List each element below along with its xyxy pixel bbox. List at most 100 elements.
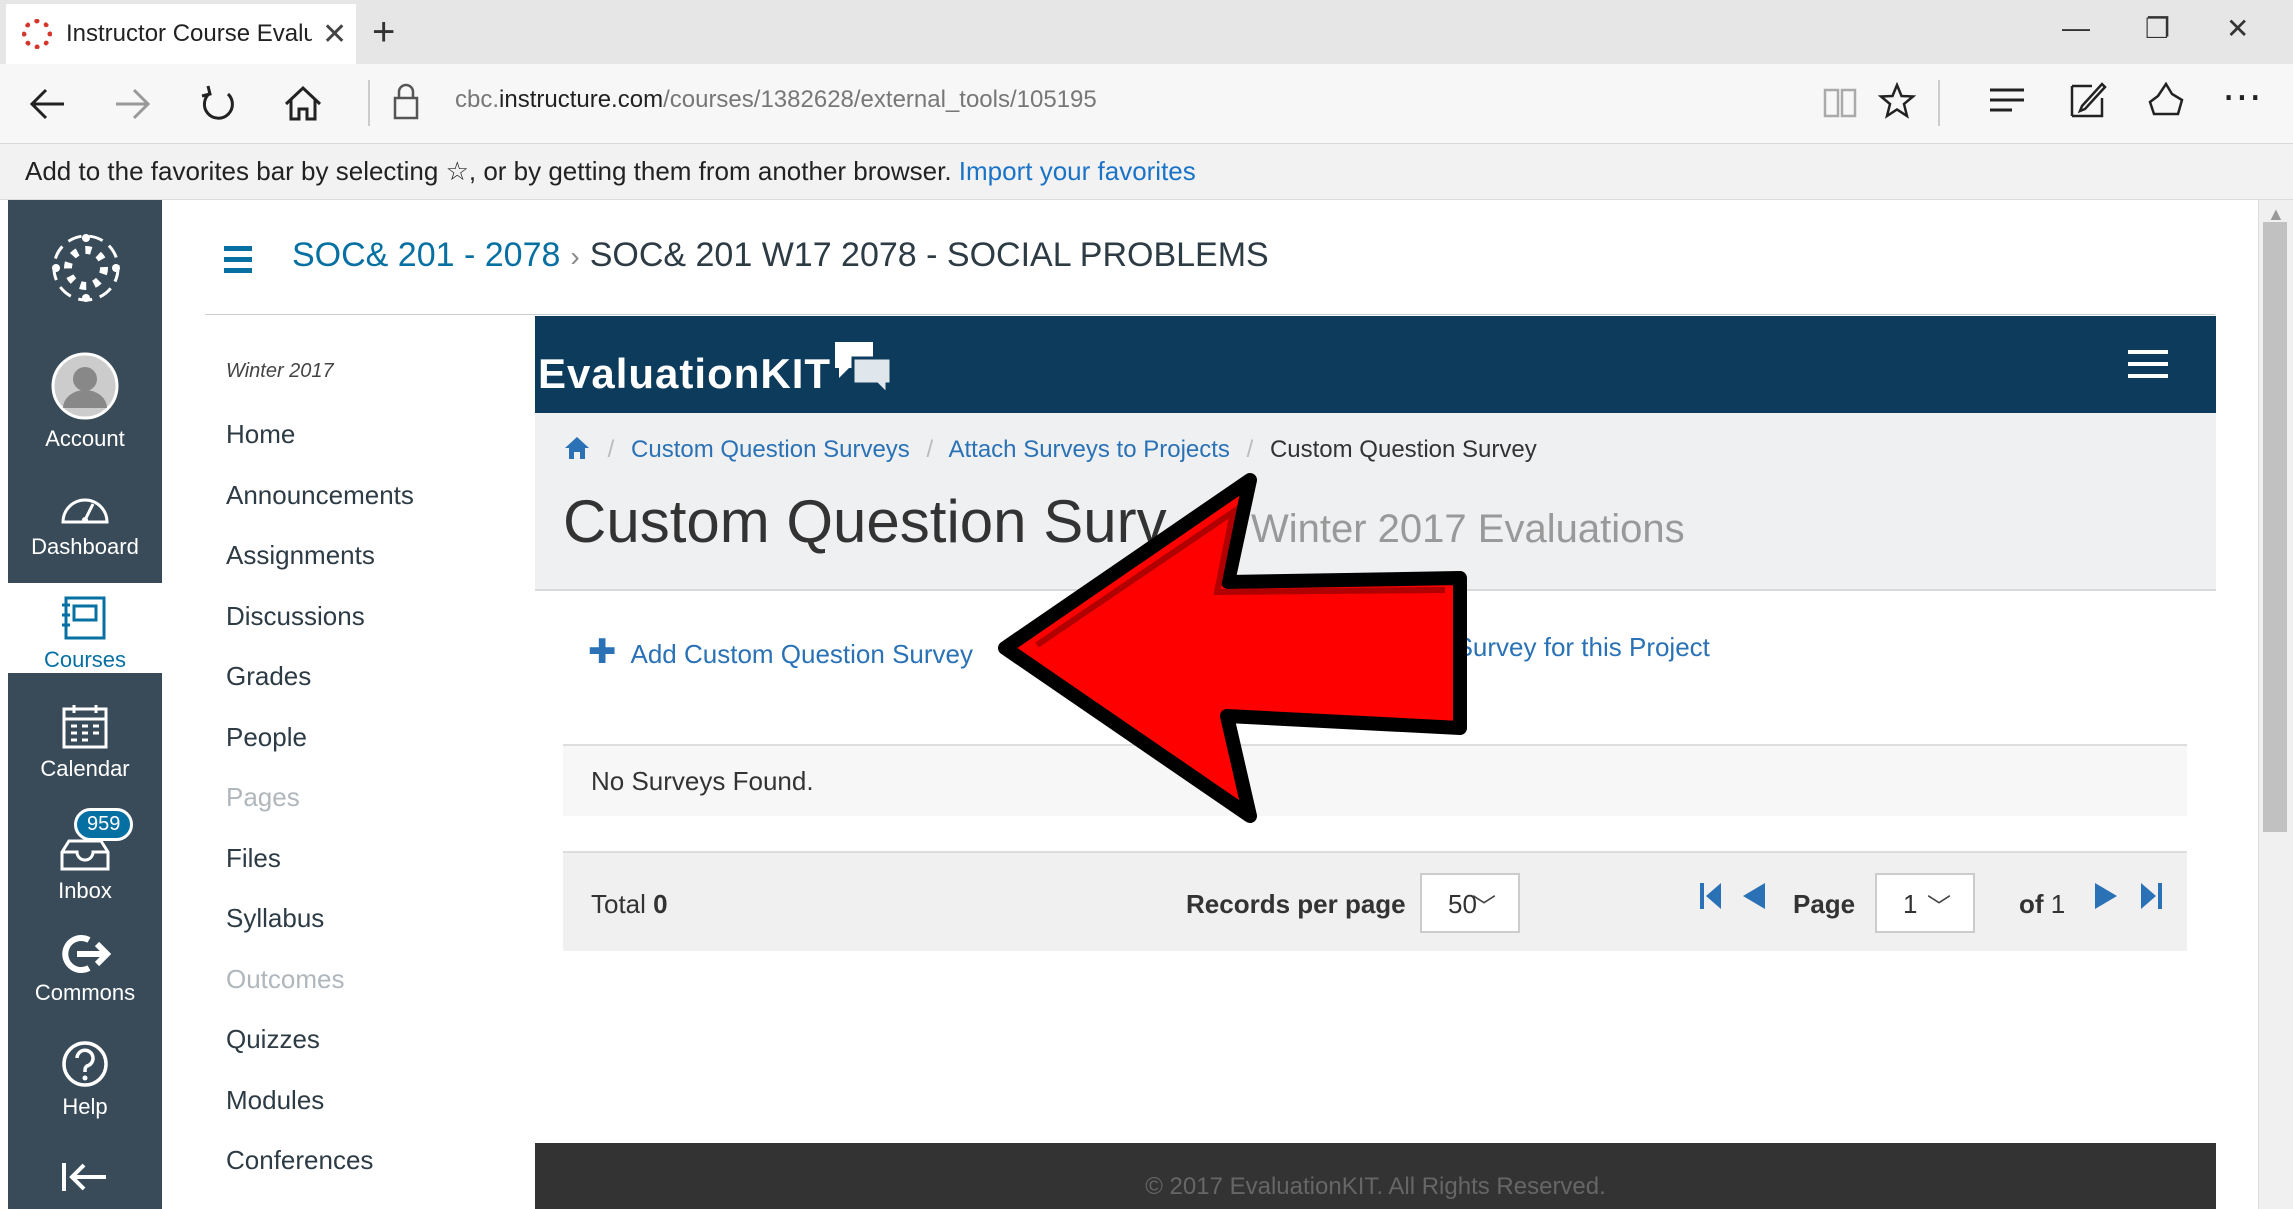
speech-bubble-logo-icon xyxy=(835,342,893,398)
import-favorites-link[interactable]: Import your favorites xyxy=(959,156,1196,186)
last-page-icon[interactable] xyxy=(2139,881,2163,911)
breadcrumb-separator: › xyxy=(570,241,580,272)
total-count: Total 0 xyxy=(591,889,668,920)
nav-account[interactable]: Account xyxy=(8,352,162,452)
nav-courses[interactable]: Courses xyxy=(8,583,162,673)
more-options-icon[interactable]: ⋯ xyxy=(2222,74,2262,120)
first-page-icon[interactable] xyxy=(1699,881,1723,911)
course-nav-assignments[interactable]: Assignments xyxy=(226,540,414,601)
browser-tab-strip: Instructor Course Evaluа ✕ + — ❐ ✕ xyxy=(0,0,2293,64)
account-avatar-icon xyxy=(51,352,119,420)
course-nav-syllabus[interactable]: Syllabus xyxy=(226,903,414,964)
plus-icon: ✚ xyxy=(588,633,617,671)
evaluationkit-logo: EvaluationKIT xyxy=(538,350,832,397)
ek-footer: © 2017 EvaluationKIT. All Rights Reserve… xyxy=(535,1143,2216,1209)
vertical-scrollbar[interactable]: ▲ xyxy=(2258,200,2293,1209)
course-nav-people[interactable]: People xyxy=(226,722,414,783)
scrollbar-thumb[interactable] xyxy=(2263,222,2287,832)
favorite-star-icon[interactable] xyxy=(1878,82,1916,120)
nav-commons[interactable]: Commons xyxy=(8,934,162,1006)
course-nav-modules[interactable]: Modules xyxy=(226,1085,414,1146)
ek-menu-icon[interactable] xyxy=(2128,350,2168,386)
ek-crumb-current: Custom Question Survey xyxy=(1269,436,1537,463)
course-nav-quizzes[interactable]: Quizzes xyxy=(226,1024,414,1085)
canvas-favicon-icon xyxy=(22,19,52,49)
ek-crumb-attach-surveys[interactable]: Attach Surveys to Projects xyxy=(948,436,1229,463)
next-page-icon[interactable] xyxy=(2093,881,2119,911)
restore-icon[interactable]: ❐ xyxy=(2145,12,2170,45)
url-domain: instructure.com xyxy=(499,86,664,113)
favorites-bar: Add to the favorites bar by selecting ☆,… xyxy=(0,144,2293,200)
course-nav-conferences[interactable]: Conferences xyxy=(226,1145,414,1206)
nav-help-label: Help xyxy=(62,1094,108,1119)
course-nav-grades[interactable]: Grades xyxy=(226,661,414,722)
inbox-tray-icon xyxy=(60,839,110,871)
back-icon[interactable] xyxy=(28,84,68,124)
inbox-unread-badge: 959 xyxy=(74,808,134,841)
empty-message: No Surveys Found. xyxy=(591,766,814,796)
commons-icon xyxy=(62,935,111,973)
new-tab-icon[interactable]: + xyxy=(372,10,395,55)
collapse-nav-icon[interactable] xyxy=(60,1160,110,1194)
course-breadcrumb: SOC& 201 - 2078 › SOC& 201 W17 2078 - SOCI… xyxy=(292,236,1269,275)
refresh-icon[interactable] xyxy=(198,84,238,124)
hub-icon[interactable] xyxy=(1988,84,2026,120)
page-select[interactable]: 1 ﹀ xyxy=(1875,873,1975,933)
course-nav-outcomes: Outcomes xyxy=(226,963,345,994)
calendar-icon xyxy=(62,705,108,749)
breadcrumb-current: SOC& 201 W17 2078 - SOCIAL PROBLEMS xyxy=(589,236,1269,274)
ek-breadcrumb: / Custom Question Surveys / Attach Surve… xyxy=(563,435,1537,464)
nav-inbox-label: Inbox xyxy=(58,878,112,903)
pagination-bar: Total 0 Records per page 50 ﹀ Page 1 ﹀ o… xyxy=(563,851,2187,951)
copyright-text: © 2017 EvaluationKIT. All Rights Reserve… xyxy=(1145,1173,1606,1200)
address-bar[interactable]: cbc.instructure.com/courses/1382628/exte… xyxy=(455,86,1097,114)
course-navigation: Winter 2017 Home Announcements Assignmen… xyxy=(226,360,414,1206)
header-divider xyxy=(205,314,2215,315)
previous-page-icon[interactable] xyxy=(1741,881,1767,911)
nav-courses-label: Courses xyxy=(44,647,126,672)
home-icon[interactable] xyxy=(282,82,324,124)
favorites-hint: Add to the favorites bar by selecting ☆,… xyxy=(25,156,952,186)
global-navigation: Account Dashboard Courses Calendar 959 I… xyxy=(8,200,162,1209)
add-custom-question-survey-button[interactable]: ✚ Add Custom Question Survey xyxy=(588,632,973,672)
browser-tab[interactable]: Instructor Course Evaluа ✕ xyxy=(6,4,356,64)
nav-calendar-label: Calendar xyxy=(40,756,130,781)
course-nav-home[interactable]: Home xyxy=(226,419,414,480)
course-nav-pages: Pages xyxy=(226,782,300,812)
nav-inbox[interactable]: 959 Inbox xyxy=(8,808,162,904)
course-menu-toggle-icon[interactable] xyxy=(224,246,252,279)
add-survey-label: Add Custom Question Survey xyxy=(630,639,974,669)
breadcrumb-course-link[interactable]: SOC& 201 - 2078 xyxy=(292,236,560,274)
nav-dashboard-label: Dashboard xyxy=(31,534,139,559)
total-label: Total xyxy=(591,889,646,919)
reading-view-icon[interactable] xyxy=(1822,84,1858,120)
nav-calendar[interactable]: Calendar xyxy=(8,702,162,782)
home-icon[interactable] xyxy=(563,435,591,461)
close-window-icon[interactable]: ✕ xyxy=(2226,12,2249,45)
course-nav-discussions[interactable]: Discussions xyxy=(226,601,414,662)
records-per-page-select[interactable]: 50 ﹀ xyxy=(1420,873,1520,933)
course-nav-announcements[interactable]: Announcements xyxy=(226,480,414,541)
minimize-icon[interactable]: — xyxy=(2062,12,2090,44)
canvas-logo-icon[interactable] xyxy=(50,232,122,304)
nav-divider xyxy=(1938,80,1940,126)
nav-divider xyxy=(368,80,370,126)
nav-commons-label: Commons xyxy=(34,980,136,1005)
ek-crumb-custom-question-surveys[interactable]: Custom Question Surveys xyxy=(631,436,910,463)
course-nav-files[interactable]: Files xyxy=(226,843,414,904)
courses-book-icon xyxy=(62,596,106,640)
nav-help[interactable]: Help xyxy=(8,1040,162,1120)
page-label: Page xyxy=(1793,889,1856,919)
share-icon[interactable] xyxy=(2146,80,2186,120)
web-note-icon[interactable] xyxy=(2068,80,2108,120)
records-per-page-label: Records per page xyxy=(1186,889,1406,919)
nav-dashboard[interactable]: Dashboard xyxy=(8,488,162,560)
page-total: 1 xyxy=(2050,889,2066,919)
forward-icon[interactable] xyxy=(112,84,152,124)
page-count: of 1 xyxy=(2019,889,2065,920)
tab-title: Instructor Course Evaluа xyxy=(66,20,312,47)
close-tab-icon[interactable]: ✕ xyxy=(322,17,347,52)
chevron-down-icon: ﹀ xyxy=(1927,894,1951,921)
of-label: of xyxy=(2019,889,2044,919)
evaluationkit-header: EvaluationKIT xyxy=(535,316,2216,413)
